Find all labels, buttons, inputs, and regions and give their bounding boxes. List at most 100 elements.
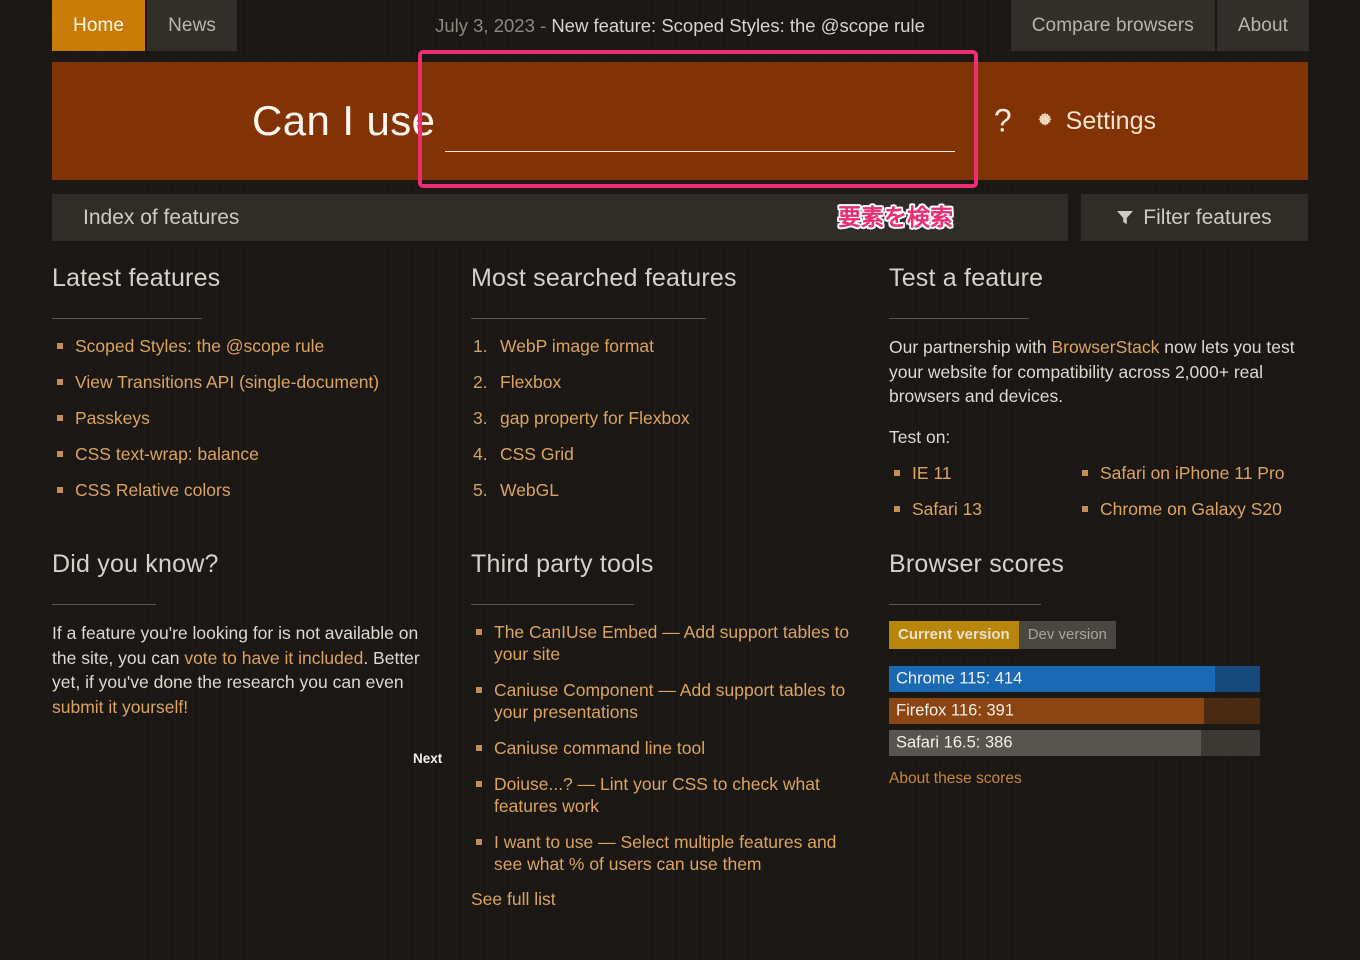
section-latest-features: Latest features Scoped Styles: the @scop… (52, 264, 445, 515)
test-a-feature-paragraph: Our partnership with BrowserStack now le… (889, 335, 1308, 409)
index-of-features-label: Index of features (83, 205, 240, 229)
feature-link: CSS text-wrap: balance (75, 444, 259, 464)
list-item[interactable]: Doiuse...? — Lint your CSS to check what… (471, 773, 864, 817)
browser-scores-title: Browser scores (889, 550, 1065, 578)
news-title: New feature: Scoped Styles: the @scope r… (551, 15, 925, 36)
most-searched-list: WebP image format Flexbox gap property f… (471, 335, 864, 501)
third-party-tools-list: The CanIUse Embed — Add support tables t… (471, 621, 864, 875)
feature-link: WebP image format (500, 336, 655, 356)
nav-tab-compare-browsers[interactable]: Compare browsers (1010, 0, 1215, 51)
help-question-icon[interactable]: ? (994, 103, 1012, 140)
filter-features-label: Filter features (1143, 205, 1272, 229)
nav-tab-news[interactable]: News (147, 0, 238, 51)
list-item[interactable]: The CanIUse Embed — Add support tables t… (471, 621, 864, 665)
section-did-you-know: Did you know? If a feature you're lookin… (52, 550, 445, 737)
list-item[interactable]: I want to use — Select multiple features… (471, 831, 864, 875)
device-link: Safari on iPhone 11 Pro (1100, 462, 1285, 483)
list-item[interactable]: Safari on iPhone 11 Pro (1077, 462, 1308, 484)
nav-left-group: Home News (52, 0, 238, 51)
site-header: Can I use ? Settings (52, 62, 1308, 180)
list-item[interactable]: WebGL (471, 479, 864, 501)
feature-link: CSS Grid (500, 444, 574, 464)
list-item[interactable]: CSS text-wrap: balance (52, 443, 445, 465)
feature-link: WebGL (500, 480, 560, 500)
list-item[interactable]: WebP image format (471, 335, 864, 357)
dyk-text-3: ! (183, 696, 189, 717)
tool-link: Caniuse Component — Add support tables t… (494, 680, 846, 722)
list-item[interactable]: gap property for Flexbox (471, 407, 864, 429)
test-devices-left: IE 11 Safari 13 (889, 462, 1077, 534)
latest-features-list: Scoped Styles: the @scope rule View Tran… (52, 335, 445, 501)
score-bar-1: Chrome 115: 414 (889, 666, 1260, 692)
test-a-feature-title: Test a feature (889, 264, 1044, 292)
feature-link: Scoped Styles: the @scope rule (75, 336, 325, 356)
section-rule (471, 318, 706, 319)
section-test-a-feature: Test a feature Our partnership with Brow… (889, 264, 1308, 534)
test-on-label: Test on: (889, 426, 951, 447)
section-rule (889, 604, 1041, 605)
latest-features-title: Latest features (52, 264, 221, 292)
tool-link: Doiuse...? — Lint your CSS to check what… (494, 774, 820, 816)
list-item[interactable]: View Transitions API (single-document) (52, 371, 445, 393)
tab-current-version[interactable]: Current version (889, 621, 1019, 649)
list-item[interactable]: Caniuse command line tool (471, 737, 864, 759)
list-item[interactable]: Chrome on Galaxy S20 (1077, 498, 1308, 520)
settings-label: Settings (1065, 106, 1156, 135)
about-these-scores-link[interactable]: About these scores (889, 770, 1308, 788)
filter-features-button[interactable]: Filter features (1081, 194, 1308, 241)
tab-dev-version[interactable]: Dev version (1018, 621, 1116, 649)
feature-link: Flexbox (500, 372, 562, 392)
tool-link: I want to use — Select multiple features… (494, 832, 837, 874)
feature-link: Passkeys (75, 408, 150, 428)
score-bar-3: Safari 16.5: 386 (889, 730, 1260, 756)
para-text-1: Our partnership with (889, 337, 1052, 357)
submit-link[interactable]: submit it yourself (52, 697, 183, 717)
device-link: Safari 13 (912, 498, 983, 519)
next-badge[interactable]: Next (413, 751, 442, 766)
browserstack-link[interactable]: BrowserStack (1051, 337, 1159, 357)
settings-button[interactable]: Settings (1034, 107, 1156, 136)
test-devices-right: Safari on iPhone 11 Pro Chrome on Galaxy… (1077, 462, 1308, 534)
list-item[interactable]: Flexbox (471, 371, 864, 393)
section-third-party-tools: Third party tools The CanIUse Embed — Ad… (471, 550, 864, 910)
device-link: IE 11 (912, 462, 952, 483)
browser-score-bars: Chrome 115: 414 Firefox 116: 391 Safari 16… (889, 666, 1308, 756)
see-full-list-link[interactable]: See full list (471, 889, 556, 909)
section-rule (52, 318, 202, 319)
search-input[interactable] (445, 96, 956, 152)
vote-link[interactable]: vote to have it included (184, 648, 363, 668)
feature-link: gap property for Flexbox (500, 408, 690, 428)
device-link: Chrome on Galaxy S20 (1100, 498, 1282, 519)
tool-link: Caniuse command line tool (494, 738, 706, 758)
list-item[interactable]: Passkeys (52, 407, 445, 429)
score-bar-label: Safari 16.5: 386 (896, 733, 1013, 752)
third-party-tools-title: Third party tools (471, 550, 654, 578)
list-item[interactable]: IE 11 (889, 462, 1077, 484)
tool-link: The CanIUse Embed — Add support tables t… (494, 622, 850, 664)
feature-link: View Transitions API (single-document) (75, 372, 380, 392)
index-of-features-bar[interactable]: Index of features (52, 194, 1068, 241)
site-title: Can I use (252, 97, 436, 144)
version-tabs: Current version Dev version (889, 621, 1308, 649)
section-most-searched-features: Most searched features WebP image format… (471, 264, 864, 515)
list-item[interactable]: Caniuse Component — Add support tables t… (471, 679, 864, 723)
score-bar-label: Firefox 116: 391 (896, 701, 1015, 720)
nav-tab-about[interactable]: About (1216, 0, 1309, 51)
list-item[interactable]: Scoped Styles: the @scope rule (52, 335, 445, 357)
score-bar-label: Chrome 115: 414 (896, 669, 1023, 688)
feature-link: CSS Relative colors (75, 480, 231, 500)
section-browser-scores: Browser scores Current version Dev versi… (889, 550, 1308, 788)
filter-funnel-icon (1117, 211, 1134, 225)
list-item[interactable]: Safari 13 (889, 498, 1077, 520)
top-navigation: July 3, 2023 - New feature: Scoped Style… (0, 0, 1360, 51)
test-devices: IE 11 Safari 13 Safari on iPhone 11 Pro … (889, 462, 1308, 534)
section-rule (52, 604, 156, 605)
did-you-know-paragraph: If a feature you're looking for is not a… (52, 621, 445, 719)
list-item[interactable]: CSS Relative colors (52, 479, 445, 501)
gear-icon (1037, 112, 1052, 126)
list-item[interactable]: CSS Grid (471, 443, 864, 465)
nav-tab-home[interactable]: Home (52, 0, 146, 51)
most-searched-title: Most searched features (471, 264, 737, 292)
news-date: July 3, 2023 - (435, 15, 552, 36)
did-you-know-title: Did you know? (52, 550, 219, 578)
